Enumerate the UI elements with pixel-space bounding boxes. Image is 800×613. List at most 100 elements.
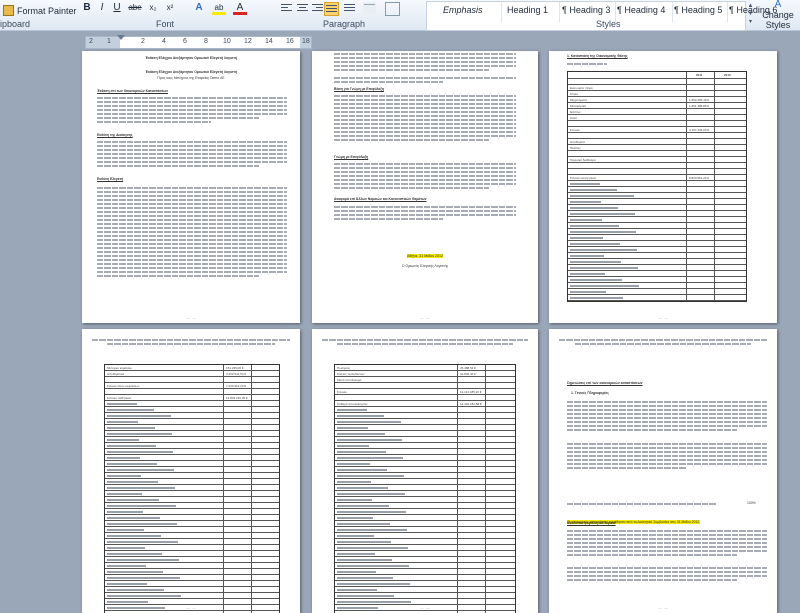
row-placeholder (107, 498, 159, 501)
row-placeholder (337, 438, 402, 441)
p1-paragraph-3 (97, 185, 287, 279)
row-placeholder (570, 212, 635, 215)
row-placeholder (107, 486, 175, 489)
format-painter-label: Format Painter (17, 5, 77, 16)
row-placeholder (107, 534, 161, 537)
strikethrough-button[interactable]: abe (127, 1, 143, 15)
row-placeholder (337, 552, 375, 555)
row-label: Άυλα (570, 115, 577, 120)
borders-icon[interactable] (385, 2, 400, 16)
p3-title: 1. Κατάσταση της Οικονομικής Θέσης (567, 54, 628, 58)
first-line-indent-marker[interactable] (117, 35, 125, 40)
justify-icon[interactable] (324, 2, 339, 16)
page-5[interactable]: Πωλήσεις 45.488,54 € Κόστος πωληθέντων 42.8… (312, 329, 538, 613)
row-placeholder (570, 230, 636, 233)
row-placeholder (570, 278, 622, 281)
table-row (568, 295, 746, 301)
p5-header (322, 337, 528, 345)
row-label: Μηχανήματα (570, 97, 587, 102)
table-header-row: 2011 2010 (568, 72, 746, 79)
page-4[interactable]: Μετοχικό κεφάλαιο 154.235,00 € Αποθεματικά… (82, 329, 300, 613)
row-placeholder (107, 414, 171, 417)
superscript-button[interactable]: x² (163, 1, 177, 15)
p1-footer: — · — (186, 316, 196, 320)
style-heading-3[interactable]: ¶ Heading 3 (562, 5, 610, 15)
p5-footer: — · — (420, 606, 430, 610)
p2-paragraph-3 (334, 204, 516, 222)
styles-scroll-arrows[interactable]: ▲ ▼ ▾ (746, 2, 755, 28)
page-6[interactable]: Σημειώσεις επί των οικονομικών καταστάσε… (549, 329, 777, 613)
page-2[interactable]: Βάση για Γνώμη με Επιφύλαξη Γνώμη με Επι… (312, 51, 538, 323)
style-heading-4[interactable]: ¶ Heading 4 (617, 5, 665, 15)
ruler-tick: 10 (223, 38, 231, 45)
format-painter-button[interactable]: Format Painter (3, 5, 77, 16)
row-placeholder (570, 182, 600, 185)
row-placeholder (337, 546, 408, 549)
row-placeholder (107, 522, 177, 525)
ruler-tick: 14 (265, 38, 273, 45)
line-spacing-icon[interactable] (343, 2, 356, 14)
highlight-button[interactable]: ab (212, 1, 226, 15)
row-placeholder (107, 600, 148, 603)
bold-button[interactable]: B (80, 1, 94, 15)
row-placeholder (107, 576, 180, 579)
row-placeholder (337, 456, 403, 459)
p6-footer: — · — (658, 606, 668, 610)
p2-paragraph-0 (334, 51, 516, 73)
page-3[interactable]: 1. Κατάσταση της Οικονομικής Θέσης 2011 … (549, 51, 777, 323)
row-placeholder (570, 242, 620, 245)
row-placeholder (337, 492, 405, 495)
p6-section-1: 1. Γενικές Πληροφορίες (571, 391, 609, 395)
align-left-icon[interactable] (280, 2, 293, 14)
row-label: Αποθεματικά (107, 371, 125, 376)
row-placeholder (337, 540, 391, 543)
row-placeholder (107, 456, 140, 459)
row-placeholder (570, 260, 621, 263)
row-placeholder (107, 516, 160, 519)
row-label: Έπιπλα (570, 109, 581, 114)
row-label: Ενσώματα πάγια (570, 85, 593, 90)
italic-button[interactable]: I (95, 1, 109, 15)
row-placeholder (107, 588, 164, 591)
row-placeholder (107, 480, 158, 483)
p2-section-3: Αναφορά επί Άλλων Νομικών και Κανονιστικ… (334, 197, 427, 201)
row-value-current: 7.233.912,23 € (226, 383, 247, 388)
ruler-tick: 18 (302, 38, 310, 45)
page-1[interactable]: Έκθεση Ελέγχου Ανεξάρτητου Ορκωτού Ελεγκ… (82, 51, 300, 323)
change-styles-button[interactable]: A Change Styles (757, 0, 799, 30)
font-color-button[interactable]: A (233, 1, 247, 15)
underline-button[interactable]: U (110, 1, 124, 15)
row-placeholder (107, 426, 155, 429)
row-placeholder (107, 450, 173, 453)
ruler-tick: 6 (183, 38, 187, 45)
row-label: Σύνολο (337, 389, 347, 394)
row-placeholder (337, 420, 401, 423)
row-label: Πελάτες (570, 145, 581, 150)
row-placeholder (337, 408, 367, 411)
row-placeholder (337, 558, 392, 561)
p2-signature: Ο Ορκωτός Ελεγκτής Λογιστής (401, 264, 449, 268)
align-right-icon[interactable] (311, 2, 324, 14)
p6-paragraph-2 (567, 441, 767, 471)
p6-highlight-wrap: Οι οικονομικές καταστάσεις εγκρίθηκαν απ… (567, 510, 767, 528)
align-center-icon[interactable] (296, 2, 309, 14)
style-heading-5[interactable]: ¶ Heading 5 (674, 5, 722, 15)
row-value-current: 4.157.233,00 € (689, 127, 710, 132)
font-group-label: Font (156, 19, 175, 29)
p1-section-3: Ευθύνη Ελεγκτή (97, 177, 124, 181)
row-placeholder (107, 528, 144, 531)
ruler-tick: 4 (162, 38, 166, 45)
row-placeholder (337, 594, 394, 597)
style-heading-1[interactable]: Heading 1 (507, 5, 548, 15)
styles-gallery[interactable]: Emphasis Heading 1 ¶ Heading 3 ¶ Heading… (426, 1, 777, 31)
row-label: Σύνολο ενεργητικού (570, 175, 597, 180)
shading-icon[interactable] (363, 2, 376, 14)
style-emphasis[interactable]: Emphasis (443, 5, 483, 15)
row-placeholder (107, 432, 172, 435)
text-effects-button[interactable]: A (192, 1, 206, 15)
row-placeholder (570, 266, 638, 269)
row-value-current: 3.462.541,54 € (226, 371, 247, 376)
row-value-current: 13.833.160,05 € (226, 395, 248, 400)
row-label: Μεταφορικά (570, 103, 586, 108)
subscript-button[interactable]: x₂ (146, 1, 160, 15)
